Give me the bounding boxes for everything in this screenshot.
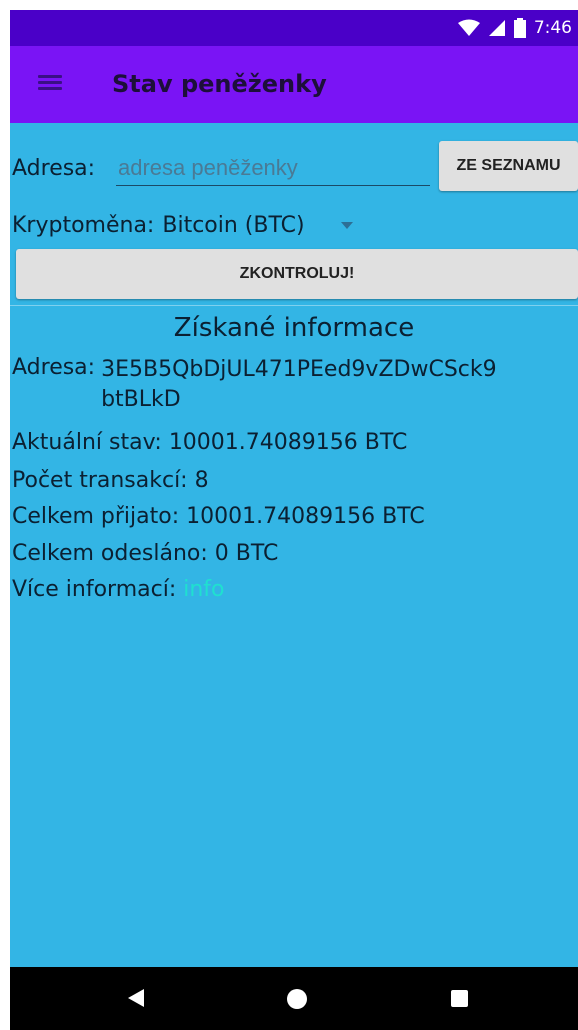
divider [10, 305, 578, 306]
status-icons: 7:46 [457, 10, 578, 46]
crypto-selected-value: Bitcoin (BTC) [162, 213, 305, 238]
main-content: Adresa: ZE SEZNAMU Kryptoměna: Bitcoin (… [10, 123, 578, 967]
info-sent-value: 0 BTC [214, 541, 279, 566]
info-tx-count-value: 8 [194, 468, 209, 493]
check-button[interactable]: ZKONTROLUJ! [16, 249, 578, 299]
from-list-button[interactable]: ZE SEZNAMU [439, 141, 578, 191]
info-balance-value: 10001.74089156 BTC [168, 430, 408, 455]
crypto-selector[interactable]: Kryptoměna: Bitcoin (BTC) [12, 213, 353, 238]
dropdown-arrow-icon[interactable] [340, 222, 353, 229]
address-input[interactable] [116, 151, 430, 186]
phone-screen: 7:46 Stav peněženky Adresa: ZE SEZNAMU K… [10, 10, 578, 1030]
info-balance-label: Aktuální stav: [12, 430, 162, 455]
info-tx-count-row: Počet transakcí: 8 [12, 468, 209, 493]
battery-icon [513, 18, 526, 38]
app-title: Stav peněženky [112, 70, 327, 98]
info-address-value: 3E5B5QbDjUL471PEed9vZDwCSck9btBLkD [101, 357, 497, 412]
signal-icon [488, 20, 505, 36]
home-icon[interactable] [287, 989, 307, 1009]
hamburger-menu-icon[interactable] [38, 72, 62, 94]
info-more-link[interactable]: info [183, 577, 224, 602]
info-more-label: Více informací: [12, 577, 177, 602]
info-received-label: Celkem přijato: [12, 504, 180, 529]
info-address-label: Adresa: [12, 355, 96, 380]
info-more-row: Více informací: info [12, 577, 225, 602]
navigation-bar [10, 967, 578, 1030]
address-label: Adresa: [12, 156, 96, 181]
crypto-label: Kryptoměna: [12, 213, 155, 238]
info-received-row: Celkem přijato: 10001.74089156 BTC [12, 504, 425, 529]
back-icon[interactable] [128, 989, 144, 1007]
info-address-row: Adresa: 3E5B5QbDjUL471PEed9vZDwCSck9btBL… [12, 355, 501, 415]
recent-apps-icon[interactable] [451, 990, 468, 1007]
status-time: 7:46 [533, 18, 572, 38]
info-sent-label: Celkem odesláno: [12, 541, 208, 566]
info-tx-count-label: Počet transakcí: [12, 468, 188, 493]
app-bar: Stav peněženky [10, 46, 578, 123]
info-sent-row: Celkem odesláno: 0 BTC [12, 541, 278, 566]
wifi-icon [457, 19, 480, 36]
info-title: Získané informace [173, 313, 415, 343]
info-received-value: 10001.74089156 BTC [186, 504, 425, 529]
info-balance-row: Aktuální stav: 10001.74089156 BTC [12, 430, 407, 455]
status-bar: 7:46 [10, 10, 578, 46]
